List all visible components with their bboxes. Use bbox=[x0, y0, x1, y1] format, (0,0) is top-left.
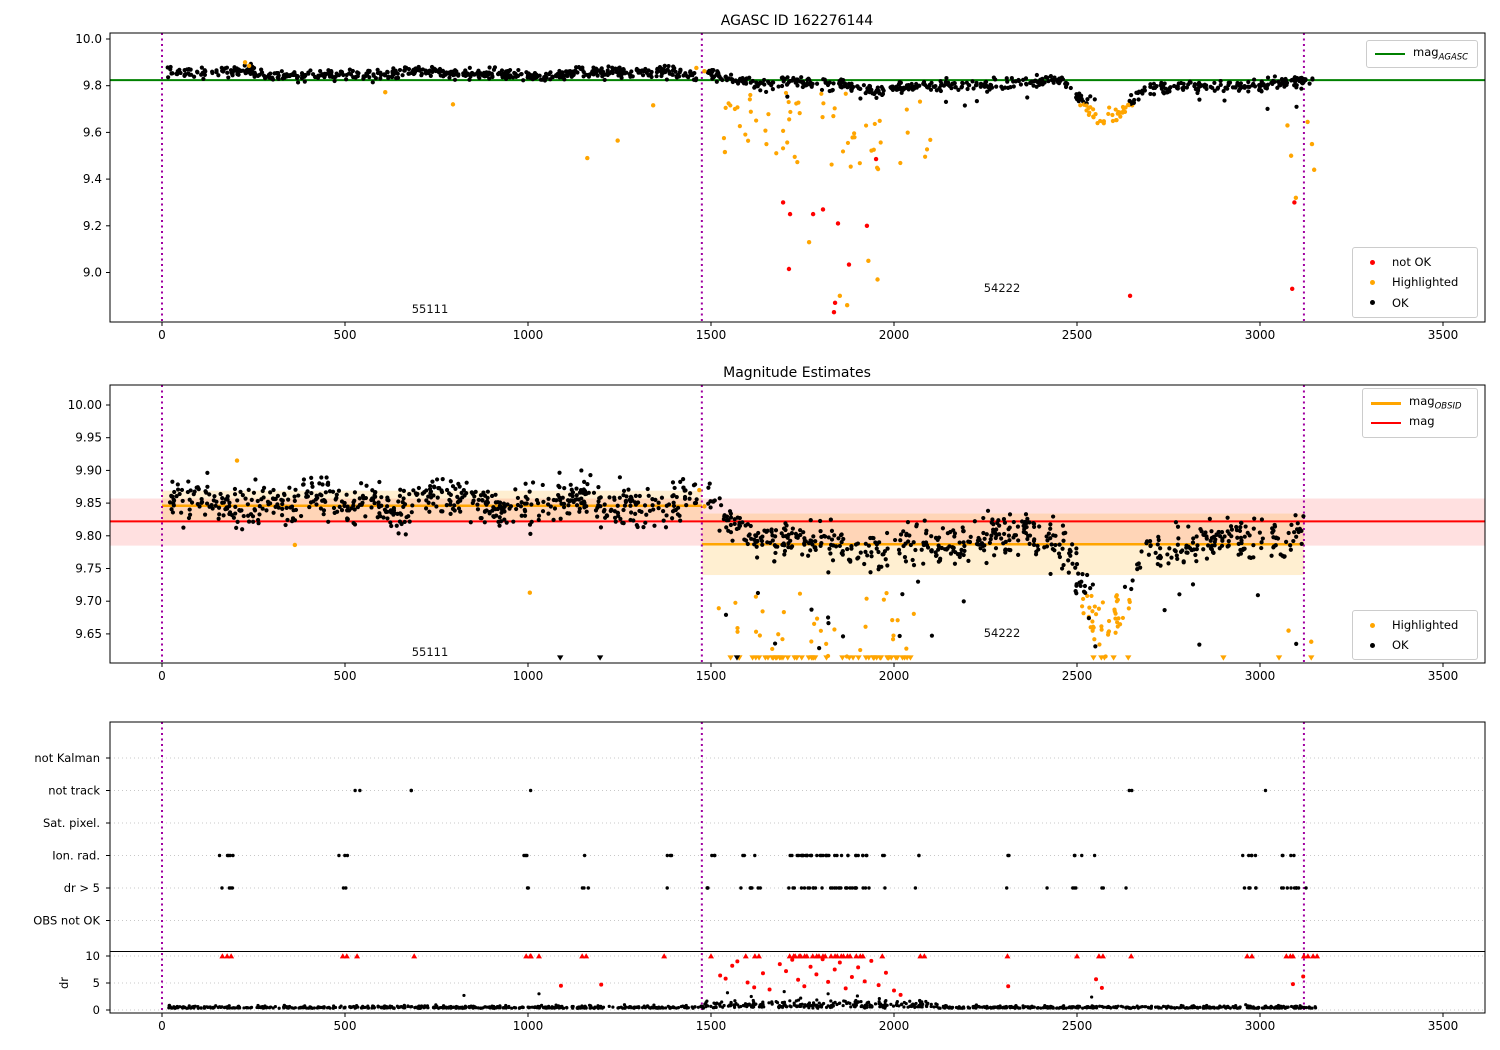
y-tick-label: 9.90 bbox=[75, 463, 102, 477]
legend-mag-lines: magOBSID mag bbox=[1362, 388, 1478, 438]
x-tick-label: 3500 bbox=[1428, 669, 1459, 683]
legend-label: OK bbox=[1392, 295, 1409, 310]
x-tick-label: 1500 bbox=[696, 1019, 727, 1033]
legend-row: Highlighted bbox=[1361, 272, 1469, 292]
not-ok-dot-swatch bbox=[1370, 259, 1375, 265]
dr-tick-label: 5 bbox=[93, 976, 100, 990]
highlighted-dot-swatch bbox=[1370, 279, 1375, 285]
x-tick-label: 500 bbox=[334, 328, 357, 342]
legend-point-types-top: not OK Highlighted OK bbox=[1352, 247, 1478, 318]
x-tick-label: 2000 bbox=[879, 669, 910, 683]
legend-label: Highlighted bbox=[1392, 275, 1459, 290]
flag-row-label: dr > 5 bbox=[64, 881, 100, 895]
figure-canvas: 10.0 9.8 9.6 9.4 9.2 9.0 0 500 1000 1500 2000 2500 3… bbox=[0, 0, 1500, 1050]
x-tick-label: 2000 bbox=[879, 1019, 910, 1033]
middle-plot: 10.00 9.95 9.90 9.85 9.80 9.75 9.70 9.65 0 500 100… bbox=[68, 384, 1486, 683]
legend-point-types-middle: Highlighted OK bbox=[1352, 610, 1478, 660]
flag-row-label: Ion. rad. bbox=[52, 849, 100, 863]
y-tick-label: 9.70 bbox=[75, 594, 102, 608]
middle-plot-title: Magnitude Estimates bbox=[723, 365, 871, 381]
dr-tick-label: 10 bbox=[85, 949, 100, 963]
flag-row-label: not Kalman bbox=[34, 751, 100, 765]
x-tick-label: 2500 bbox=[1062, 328, 1093, 342]
dr-tick-label: 0 bbox=[93, 1003, 100, 1017]
flag-row-label: Sat. pixel. bbox=[43, 816, 100, 830]
x-tick-label: 3500 bbox=[1428, 1019, 1459, 1033]
legend-row: mag bbox=[1371, 413, 1469, 433]
x-tick-label: 500 bbox=[334, 669, 357, 683]
x-tick-label: 1500 bbox=[696, 669, 727, 683]
y-tick-label: 9.65 bbox=[75, 627, 102, 641]
mag-obsid-line-swatch bbox=[1371, 401, 1401, 405]
flag-row-label: not track bbox=[48, 784, 100, 798]
legend-row: magOBSID bbox=[1371, 393, 1469, 413]
legend-label: OK bbox=[1392, 638, 1409, 652]
y-tick-label: 9.85 bbox=[75, 496, 102, 510]
legend-row: magAGASC bbox=[1375, 45, 1469, 63]
y-tick-label: 10.0 bbox=[75, 32, 102, 46]
y-tick-label: 9.4 bbox=[83, 172, 102, 186]
legend-row: OK bbox=[1361, 635, 1469, 655]
y-tick-label: 9.6 bbox=[83, 125, 102, 139]
y-tick-label: 10.00 bbox=[68, 398, 102, 412]
x-tick-label: 1000 bbox=[513, 669, 544, 683]
legend-row: Highlighted bbox=[1361, 615, 1469, 635]
x-tick-label: 3000 bbox=[1245, 328, 1276, 342]
legend-label: Highlighted bbox=[1392, 618, 1459, 632]
x-tick-label: 3500 bbox=[1428, 328, 1459, 342]
dr-axis-label: dr bbox=[57, 977, 71, 989]
legend-label: mag bbox=[1409, 414, 1435, 429]
highlighted-dot-swatch bbox=[1370, 622, 1375, 628]
x-tick-label: 2500 bbox=[1062, 1019, 1093, 1033]
obsid-annotation-54222-top: 54222 bbox=[983, 281, 1021, 295]
bottom-plot: not Kalman not track Sat. pixel. Ion. rad. d… bbox=[33, 721, 1486, 1033]
y-tick-label: 9.95 bbox=[75, 431, 102, 445]
obsid-annotation-55111-top: 55111 bbox=[411, 302, 449, 316]
mag-line-swatch bbox=[1371, 422, 1401, 424]
x-tick-label: 2500 bbox=[1062, 669, 1093, 683]
top-plot-title: AGASC ID 162276144 bbox=[720, 13, 874, 29]
plots-svg: 10.09.89.69.49.29.00 500 1000 1500 2000 2500 3… bbox=[33, 32, 1486, 1033]
x-tick-label: 2000 bbox=[879, 328, 910, 342]
x-tick-label: 0 bbox=[158, 328, 166, 342]
legend-mag-agasc: magAGASC bbox=[1366, 40, 1478, 68]
ok-dot-swatch bbox=[1370, 642, 1375, 648]
legend-label: magAGASC bbox=[1413, 45, 1469, 63]
obsid-annotation-55111-middle: 55111 bbox=[411, 645, 449, 659]
x-tick-label: 3000 bbox=[1245, 1019, 1276, 1033]
top-plot: 10.0 9.8 9.6 9.4 9.2 9.0 0 500 1000 1500 2000 2500 3… bbox=[75, 32, 1486, 342]
x-tick-label: 1000 bbox=[513, 328, 544, 342]
obsid-annotation-54222-middle: 54222 bbox=[983, 626, 1021, 640]
x-tick-label: 1000 bbox=[513, 1019, 544, 1033]
x-tick-label: 0 bbox=[158, 1019, 166, 1033]
legend-row: OK bbox=[1361, 293, 1469, 313]
y-tick-label: 9.75 bbox=[75, 562, 102, 576]
x-tick-label: 1500 bbox=[696, 328, 727, 342]
legend-row: not OK bbox=[1361, 252, 1469, 272]
legend-label: magOBSID bbox=[1409, 394, 1462, 412]
y-tick-label: 9.2 bbox=[83, 219, 102, 233]
mag-agasc-line-swatch bbox=[1375, 53, 1405, 55]
x-tick-label: 0 bbox=[158, 669, 166, 683]
y-tick-label: 9.80 bbox=[75, 529, 102, 543]
flag-row-label: OBS not OK bbox=[33, 914, 100, 928]
y-tick-label: 9.0 bbox=[83, 266, 102, 280]
y-tick-label: 9.8 bbox=[83, 79, 102, 93]
x-tick-label: 500 bbox=[334, 1019, 357, 1033]
legend-label: not OK bbox=[1392, 255, 1432, 270]
x-tick-label: 3000 bbox=[1245, 669, 1276, 683]
ok-dot-swatch bbox=[1370, 300, 1375, 306]
